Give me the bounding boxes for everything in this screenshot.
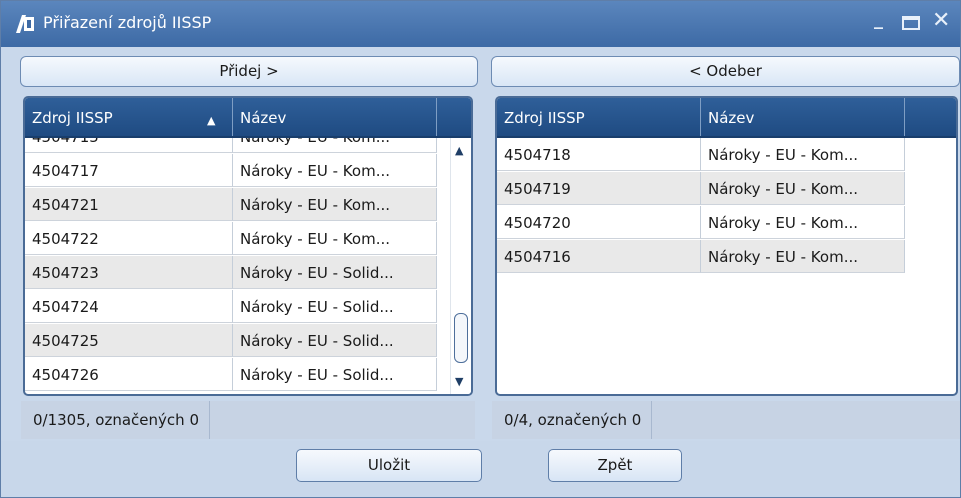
cell-name: Nároky - EU - Kom... — [233, 188, 437, 221]
cell-source: 4504718 — [497, 138, 701, 171]
table-row[interactable]: 4504724 Nároky - EU - Solid... — [25, 290, 455, 323]
cell-name: Nároky - EU - Solid... — [233, 256, 437, 289]
cell-name: Nároky - EU - Kom... — [233, 222, 437, 255]
cell-name: Nároky - EU - Solid... — [233, 324, 437, 357]
close-icon[interactable]: ✕ — [932, 8, 950, 33]
scroll-up-icon[interactable]: ▲ — [455, 144, 463, 157]
left-status-text: 0/1305, označených 0 — [21, 401, 210, 439]
save-button[interactable]: Uložit — [296, 449, 482, 482]
cell-source: 4504722 — [25, 222, 233, 255]
grid-rows: 4504715 Nároky - EU - Kom... 4504717 Nár… — [25, 138, 471, 394]
right-status-bar: 0/4, označených 0 — [492, 401, 960, 439]
scroll-down-icon[interactable]: ▼ — [455, 375, 463, 388]
assigned-sources-grid: Zdroj IISSP Název 4504718 Nároky - EU - … — [495, 96, 958, 396]
cell-name: Nároky - EU - Solid... — [233, 290, 437, 323]
cell-source: 4504726 — [25, 358, 233, 391]
cell-name: Nároky - EU - Kom... — [233, 154, 437, 187]
cell-source: 4504723 — [25, 256, 233, 289]
scroll-thumb[interactable] — [454, 313, 468, 363]
right-status-text: 0/4, označených 0 — [492, 401, 653, 439]
left-status-bar: 0/1305, označených 0 — [21, 401, 475, 439]
table-row[interactable]: 4504723 Nároky - EU - Solid... — [25, 256, 455, 289]
maximize-icon[interactable] — [902, 16, 920, 30]
cell-name: Nároky - EU - Solid... — [233, 358, 437, 391]
back-button[interactable]: Zpět — [548, 449, 682, 482]
cell-name: Nároky - EU - Kom... — [701, 138, 905, 171]
table-row[interactable]: 4504721 Nároky - EU - Kom... — [25, 188, 455, 221]
dialog-window: Přiřazení zdrojů IISSP _ ✕ Přidej > < Od… — [0, 0, 961, 498]
table-row[interactable]: 4504716 Nároky - EU - Kom... — [497, 240, 905, 273]
grid-header: Zdroj IISSP Název — [497, 98, 956, 138]
cell-source: 4504716 — [497, 240, 701, 273]
cell-name: Nároky - EU - Kom... — [701, 206, 905, 239]
cell-source: 4504725 — [25, 324, 233, 357]
column-header-source[interactable]: Zdroj IISSP — [497, 98, 701, 136]
cell-source: 4504715 — [25, 138, 233, 153]
table-row[interactable]: 4504722 Nároky - EU - Kom... — [25, 222, 455, 255]
app-icon — [16, 15, 34, 33]
sort-ascending-icon: ▲ — [207, 114, 216, 127]
cell-source: 4504719 — [497, 172, 701, 205]
table-row[interactable]: 4504717 Nároky - EU - Kom... — [25, 154, 455, 187]
grid-header: Zdroj IISSP ▲ Název — [25, 98, 471, 138]
vertical-scrollbar[interactable]: ▲ ▼ — [450, 138, 471, 394]
minimize-icon[interactable]: _ — [874, 9, 883, 30]
column-header-source[interactable]: Zdroj IISSP ▲ — [25, 98, 233, 136]
table-row[interactable]: 4504725 Nároky - EU - Solid... — [25, 324, 455, 357]
cell-name: Nároky - EU - Kom... — [701, 172, 905, 205]
remove-button[interactable]: < Odeber — [491, 56, 960, 87]
window-title: Přiřazení zdrojů IISSP — [43, 13, 212, 32]
table-row[interactable]: 4504719 Nároky - EU - Kom... — [497, 172, 905, 205]
title-bar[interactable]: Přiřazení zdrojů IISSP _ ✕ — [1, 1, 960, 47]
cell-name: Nároky - EU - Kom... — [233, 138, 437, 153]
table-row[interactable]: 4504715 Nároky - EU - Kom... — [25, 138, 455, 153]
available-sources-grid: Zdroj IISSP ▲ Název 4504715 Nároky - EU … — [23, 96, 473, 396]
column-header-name[interactable]: Název — [233, 98, 437, 136]
table-row[interactable]: 4504720 Nároky - EU - Kom... — [497, 206, 905, 239]
cell-source: 4504717 — [25, 154, 233, 187]
cell-source: 4504724 — [25, 290, 233, 323]
add-button[interactable]: Přidej > — [20, 56, 478, 87]
cell-source: 4504721 — [25, 188, 233, 221]
table-row[interactable]: 4504726 Nároky - EU - Solid... — [25, 358, 455, 391]
cell-name: Nároky - EU - Kom... — [701, 240, 905, 273]
table-row[interactable]: 4504718 Nároky - EU - Kom... — [497, 138, 905, 171]
cell-source: 4504720 — [497, 206, 701, 239]
grid-rows: 4504718 Nároky - EU - Kom... 4504719 Nár… — [497, 138, 956, 394]
column-header-name[interactable]: Název — [701, 98, 905, 136]
